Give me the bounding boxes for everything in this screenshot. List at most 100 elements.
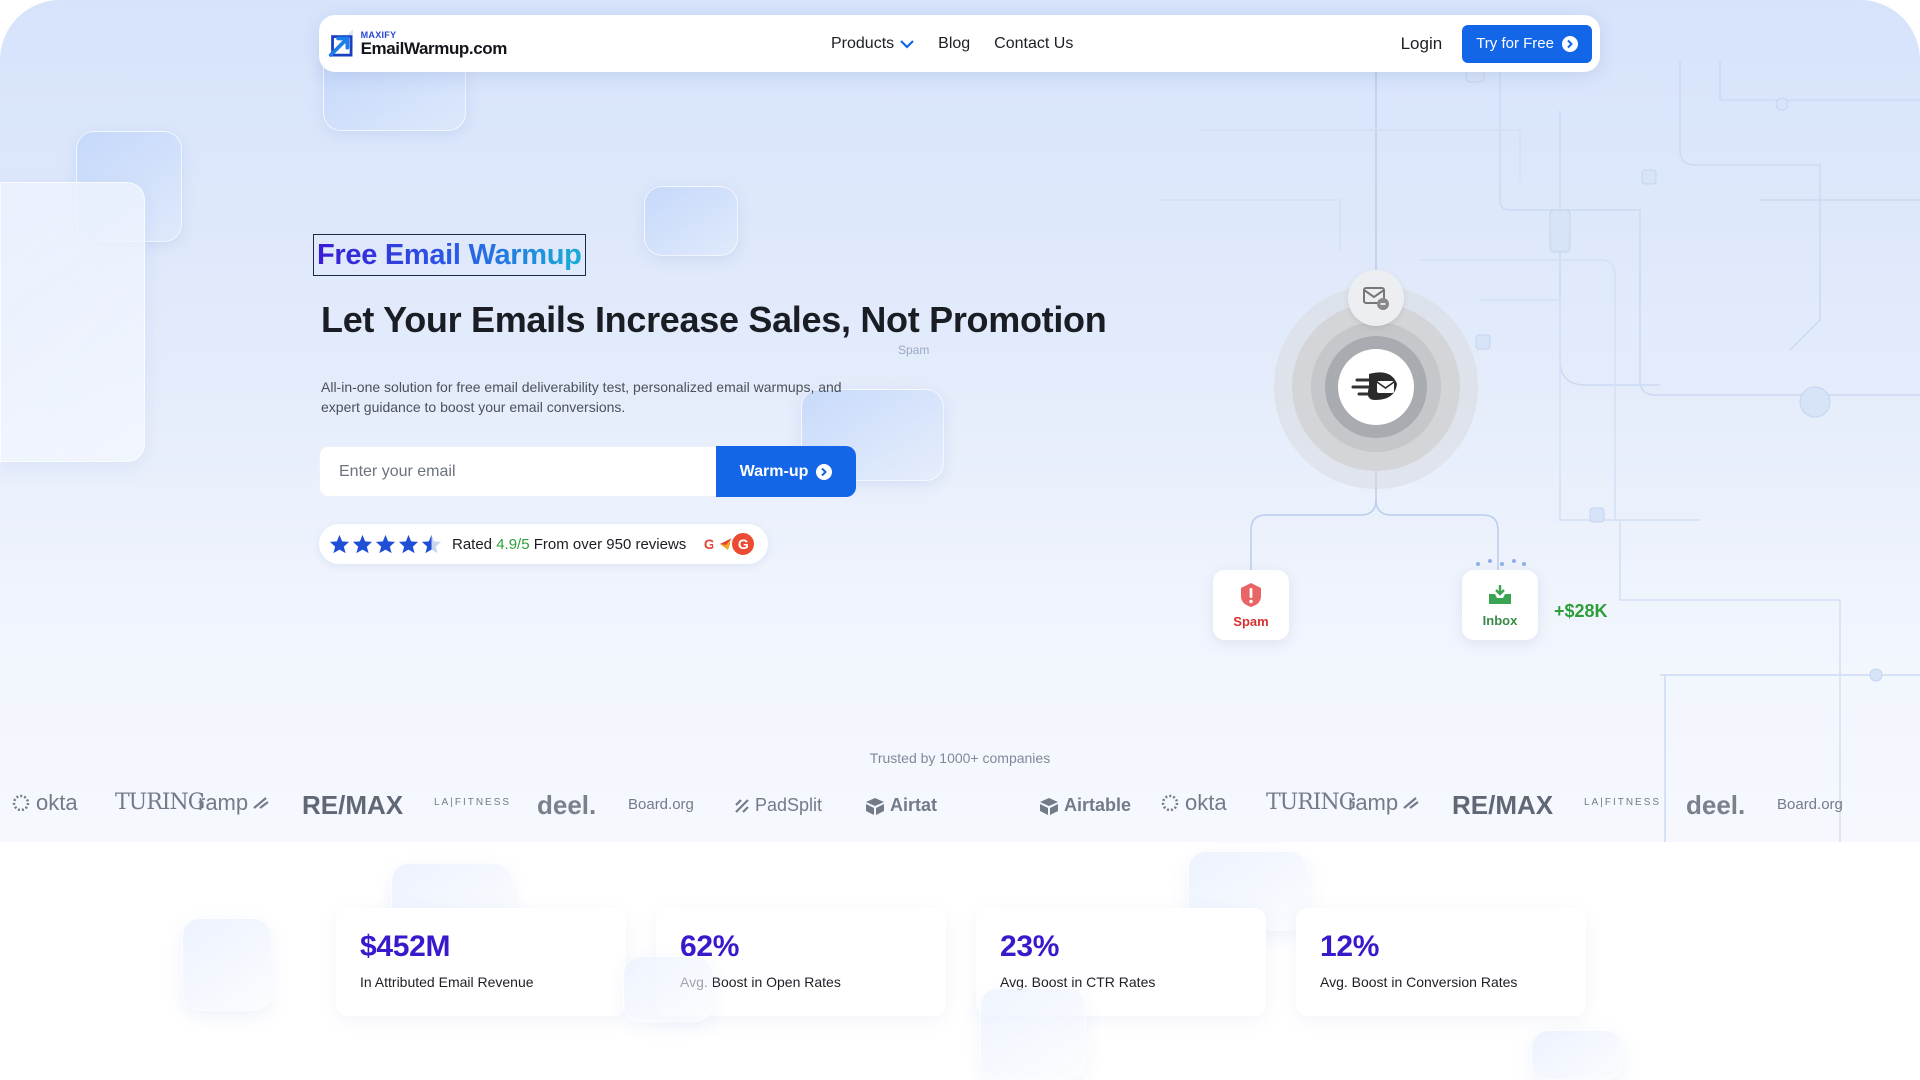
nav-blog[interactable]: Blog (938, 35, 970, 53)
g2-review-icon: G (730, 531, 757, 557)
hero-background: Spam Inbox +$28K (0, 0, 1920, 842)
company-logo-text: LA|FITNESS (434, 797, 512, 808)
email-warmup-form: Warm-up (319, 446, 856, 497)
star-icon (329, 534, 350, 554)
rating-suffix: From over 950 reviews (533, 535, 687, 553)
rating-text: Rated 4.9/5 From over 950 reviews (452, 536, 686, 553)
company-logo: TURING (115, 790, 205, 815)
login-link[interactable]: Login (1401, 34, 1443, 54)
trusted-caption: Trusted by 1000+ companies (869, 750, 1051, 766)
company-logo-text: ramp (1348, 790, 1399, 815)
hero-headline: Let Your Emails Increase Sales, Not Prom… (321, 299, 1107, 340)
stat-value: 23% (1000, 930, 1060, 963)
company-logo: okta (10, 790, 78, 816)
nav-products[interactable]: Products (831, 35, 914, 53)
company-logo: ramp (198, 790, 270, 816)
logo-arrow-icon (328, 28, 353, 57)
spam-label: Spam (1233, 613, 1269, 629)
email-input[interactable] (319, 446, 716, 497)
company-logo-text: okta (36, 790, 78, 815)
nav-contact[interactable]: Contact Us (994, 35, 1073, 53)
half-star-icon (421, 534, 442, 554)
stat-value: $452M (360, 930, 451, 963)
airtable-mark-icon (1040, 797, 1058, 815)
spam-caption: Spam (898, 343, 930, 357)
decor-square (980, 988, 1086, 1080)
company-logo-text: RE/MAX (302, 790, 404, 820)
okta-sun-icon (12, 794, 30, 812)
try-for-free-label: Try for Free (1476, 35, 1554, 52)
hero-tagline: Free Email Warmup (317, 238, 582, 271)
company-logo-text: RE/MAX (1452, 790, 1554, 820)
mail-clock-icon (1363, 287, 1389, 310)
company-logo: RE/MAX (1452, 790, 1553, 821)
inbox-tray-icon (1489, 584, 1511, 604)
company-logo: Board.org (1777, 796, 1843, 813)
warning-shield-icon (1241, 582, 1261, 607)
company-logo: Airtat (864, 795, 937, 816)
company-logo: ramp (1348, 790, 1420, 816)
company-logo-text: okta (1185, 790, 1227, 815)
company-logo: Board.org (628, 796, 694, 813)
company-logo-text: TURING (1266, 790, 1356, 815)
star-icon (398, 534, 419, 554)
company-logo: RE/MAX (302, 790, 403, 821)
inbox-sparkle (1476, 559, 1526, 566)
airtable-mark-icon (866, 797, 884, 815)
warm-up-button[interactable]: Warm-up (716, 446, 856, 497)
rating-prefix: Rated (452, 535, 493, 553)
try-for-free-button[interactable]: Try for Free (1462, 24, 1592, 63)
incoming-mail-node (1348, 270, 1404, 326)
decor-square (182, 918, 271, 1011)
ramp-mark-icon (1403, 797, 1419, 809)
company-logo: TURING (1266, 790, 1356, 815)
review-site-logos: G G (696, 531, 757, 557)
inbox-label: Inbox (1482, 612, 1518, 628)
company-logo-text: deel. (1686, 790, 1746, 820)
company-logo-text: Board.org (1777, 796, 1843, 813)
stat-value: 12% (1320, 930, 1380, 963)
revenue-gain: +$28K (1554, 601, 1608, 621)
company-logo-text: Airtat (890, 795, 938, 815)
company-logo: PadSplit (733, 795, 822, 816)
decor-square (1531, 1030, 1623, 1080)
tagline-box: Free Email Warmup (313, 234, 586, 276)
company-logo: LA|FITNESS (1584, 797, 1661, 808)
company-logo: deel. (537, 790, 596, 821)
company-logo-text: deel. (537, 790, 597, 820)
company-logo: Airtable (1038, 795, 1131, 816)
stat-label: In Attributed Email Revenue (360, 974, 534, 990)
company-logo: deel. (1686, 790, 1745, 821)
company-logo-text: TURING (115, 790, 205, 815)
inbox-node: Inbox (1462, 570, 1538, 640)
company-logo: LA|FITNESS (434, 797, 511, 808)
flying-mail-icon (1351, 372, 1397, 400)
ramp-mark-icon (253, 797, 269, 809)
nav-products-label: Products (831, 34, 895, 52)
padsplit-mark-icon (735, 798, 749, 813)
star-rating (329, 534, 442, 554)
email-send-hub (1292, 303, 1460, 471)
okta-sun-icon (1161, 794, 1179, 812)
spam-node: Spam (1213, 570, 1289, 640)
logo-wordmark: EmailWarmup.com (360, 38, 508, 58)
stat-label: Avg. Boost in Open Rates (680, 974, 841, 990)
company-logo-text: Board.org (628, 796, 694, 813)
warm-up-label: Warm-up (739, 462, 809, 480)
chevron-down-icon (900, 39, 914, 49)
company-logo: okta (1159, 790, 1227, 816)
star-icon (352, 534, 373, 554)
company-logo-text: LA|FITNESS (1584, 797, 1662, 808)
company-logo-text: ramp (198, 790, 249, 815)
rating-score: 4.9/5 (496, 535, 530, 553)
stat-card: $452M In Attributed Email Revenue (336, 908, 626, 1016)
stat-card: 12% Avg. Boost in Conversion Rates (1296, 908, 1586, 1016)
decor-square (623, 956, 713, 1022)
site-logo[interactable]: MAXIFY EmailWarmup.com (327, 28, 507, 60)
star-icon (375, 534, 396, 554)
circuit-lines (1160, 60, 1920, 842)
rating-badge: Rated 4.9/5 From over 950 reviews G G (319, 524, 769, 564)
stat-value: 62% (680, 930, 740, 963)
stat-label: Avg. Boost in Conversion Rates (1320, 974, 1518, 990)
arrow-right-circle-icon (1562, 35, 1578, 52)
